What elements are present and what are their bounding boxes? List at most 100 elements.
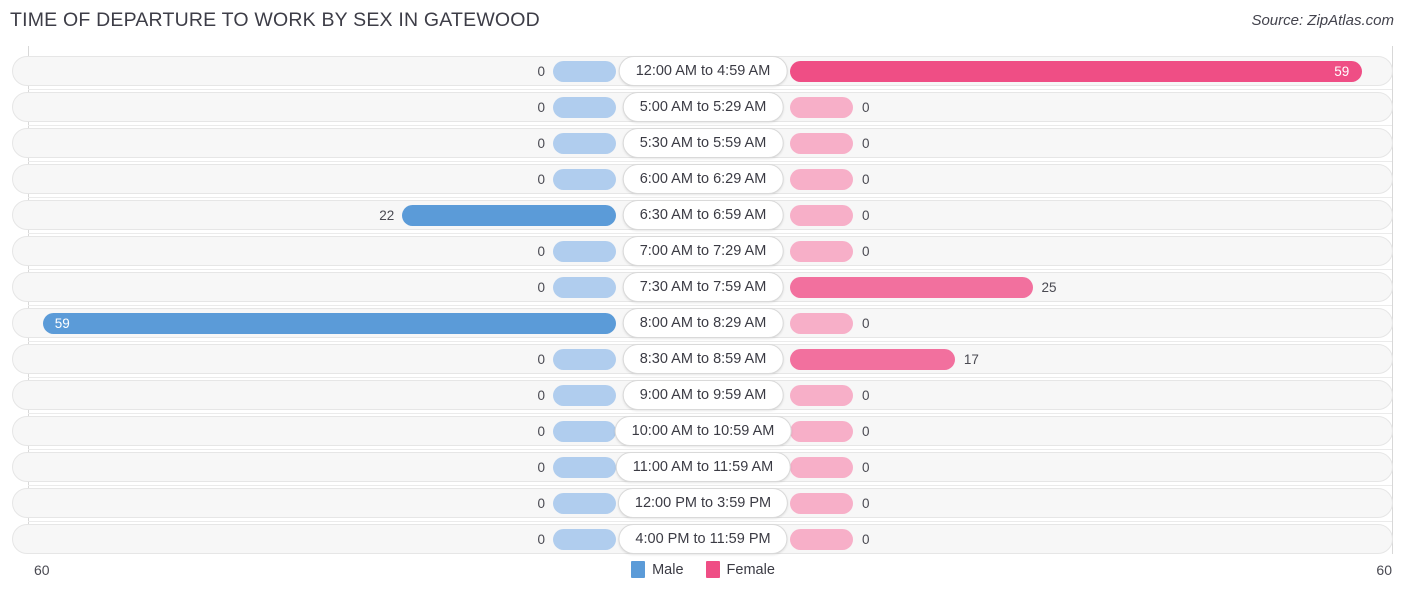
legend-item-female[interactable]: Female (705, 561, 775, 578)
bar-female (790, 457, 853, 478)
category-label-text: 5:00 AM to 5:29 AM (639, 99, 767, 115)
legend-item-male[interactable]: Male (631, 561, 684, 578)
category-label-text: 12:00 AM to 4:59 AM (635, 63, 771, 79)
chart-row: 0 0 5:30 AM to 5:59 AM (0, 126, 1406, 162)
bar-female (790, 205, 853, 226)
bar-female (790, 169, 853, 190)
bar-female (790, 241, 853, 262)
category-label-text: 7:30 AM to 7:59 AM (639, 279, 767, 295)
category-label-pill: 6:00 AM to 6:29 AM (622, 164, 784, 194)
category-label-pill: 4:00 PM to 11:59 PM (618, 524, 788, 554)
value-label-female: 0 (862, 460, 870, 475)
category-label-pill: 12:00 AM to 4:59 AM (618, 56, 788, 86)
category-label-pill: 7:30 AM to 7:59 AM (622, 272, 784, 302)
value-label-female: 0 (862, 496, 870, 511)
category-label-text: 12:00 PM to 3:59 PM (634, 495, 772, 511)
value-label-female: 0 (862, 244, 870, 259)
category-label-text: 8:30 AM to 8:59 AM (639, 351, 767, 367)
value-label-male: 0 (537, 100, 545, 115)
value-label-female: 0 (862, 424, 870, 439)
value-label-male: 0 (537, 352, 545, 367)
chart-plot-area: 0 59 12:00 AM to 4:59 AM 0 0 5:00 AM to 5:29 … (0, 46, 1406, 554)
chart-header: TIME OF DEPARTURE TO WORK BY SEX IN GATE… (0, 0, 1406, 44)
bar-male (553, 349, 616, 370)
category-label-text: 10:00 AM to 10:59 AM (631, 423, 775, 439)
chart-row: 0 0 10:00 AM to 10:59 AM (0, 414, 1406, 450)
bar-female (790, 385, 853, 406)
bar-male (402, 205, 616, 226)
category-label-pill: 8:30 AM to 8:59 AM (622, 344, 784, 374)
chart-row: 0 0 12:00 PM to 3:59 PM (0, 486, 1406, 522)
value-label-female: 17 (963, 352, 979, 367)
bar-female (790, 61, 1363, 82)
category-label-text: 8:00 AM to 8:29 AM (639, 315, 767, 331)
source-attribution: Source: ZipAtlas.com (1251, 12, 1394, 29)
bar-female (790, 133, 853, 154)
bar-male (553, 169, 616, 190)
value-label-male: 22 (379, 208, 395, 223)
chart-row: 0 0 5:00 AM to 5:29 AM (0, 90, 1406, 126)
page-title: TIME OF DEPARTURE TO WORK BY SEX IN GATE… (10, 9, 540, 31)
chart-row: 0 0 11:00 AM to 11:59 AM (0, 450, 1406, 486)
value-label-male: 0 (537, 388, 545, 403)
category-label-pill: 8:00 AM to 8:29 AM (622, 308, 784, 338)
bar-male (42, 313, 616, 334)
category-label-pill: 10:00 AM to 10:59 AM (614, 416, 792, 446)
bar-male (553, 241, 616, 262)
category-label-pill: 9:00 AM to 9:59 AM (622, 380, 784, 410)
value-label-female: 0 (862, 316, 870, 331)
category-label-pill: 11:00 AM to 11:59 AM (615, 452, 791, 482)
value-label-female: 0 (862, 172, 870, 187)
bar-male (553, 493, 616, 514)
category-label-text: 4:00 PM to 11:59 PM (635, 531, 771, 547)
value-label-female: 0 (862, 136, 870, 151)
chart-row: 0 0 7:00 AM to 7:29 AM (0, 234, 1406, 270)
bar-female (790, 277, 1033, 298)
chart-row: 22 0 6:30 AM to 6:59 AM (0, 198, 1406, 234)
bar-male (553, 277, 616, 298)
bar-male (553, 385, 616, 406)
chart-row: 0 17 8:30 AM to 8:59 AM (0, 342, 1406, 378)
chart-row: 0 0 4:00 PM to 11:59 PM (0, 522, 1406, 558)
value-label-male: 0 (537, 460, 545, 475)
bar-female (790, 313, 853, 334)
category-label-text: 7:00 AM to 7:29 AM (639, 243, 767, 259)
chart-footer: 60 60 Male Female (0, 554, 1406, 595)
value-label-male: 0 (537, 136, 545, 151)
value-label-female: 0 (862, 100, 870, 115)
category-label-pill: 6:30 AM to 6:59 AM (622, 200, 784, 230)
value-label-male: 0 (537, 64, 545, 79)
chart-legend: Male Female (0, 561, 1406, 578)
category-label-text: 6:00 AM to 6:29 AM (639, 171, 767, 187)
value-label-female: 0 (862, 208, 870, 223)
bar-male (553, 421, 616, 442)
bar-male (553, 61, 616, 82)
value-label-male: 0 (537, 280, 545, 295)
category-label-text: 6:30 AM to 6:59 AM (639, 207, 767, 223)
value-label-female: 0 (862, 532, 870, 547)
category-label-pill: 12:00 PM to 3:59 PM (617, 488, 789, 518)
bar-male (553, 457, 616, 478)
chart-row: 59 0 8:00 AM to 8:29 AM (0, 306, 1406, 342)
bar-female (790, 421, 853, 442)
value-label-male: 0 (537, 172, 545, 187)
category-label-pill: 5:00 AM to 5:29 AM (622, 92, 784, 122)
legend-swatch-icon (631, 561, 646, 578)
chart-row: 0 0 9:00 AM to 9:59 AM (0, 378, 1406, 414)
bar-male (553, 133, 616, 154)
chart-row: 0 0 6:00 AM to 6:29 AM (0, 162, 1406, 198)
legend-label: Female (726, 561, 775, 578)
category-label-text: 9:00 AM to 9:59 AM (639, 387, 767, 403)
bar-female (790, 349, 955, 370)
legend-swatch-icon (705, 561, 720, 578)
category-label-pill: 7:00 AM to 7:29 AM (622, 236, 784, 266)
chart-row: 0 59 12:00 AM to 4:59 AM (0, 54, 1406, 90)
category-label-text: 11:00 AM to 11:59 AM (632, 459, 774, 475)
value-label-male: 0 (537, 244, 545, 259)
legend-label: Male (652, 561, 684, 578)
bar-female (790, 97, 853, 118)
value-label-male: 59 (54, 316, 70, 331)
bar-male (553, 97, 616, 118)
value-label-male: 0 (537, 532, 545, 547)
value-label-male: 0 (537, 424, 545, 439)
